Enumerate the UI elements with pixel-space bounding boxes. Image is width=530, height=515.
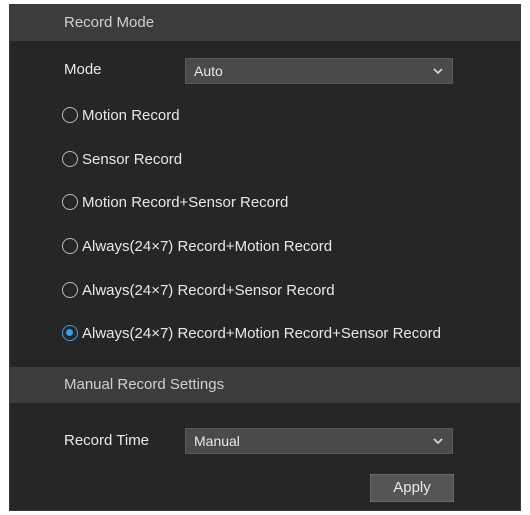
radio-label: Always(24×7) Record+Motion Record xyxy=(82,237,333,255)
radio-always-motion-sensor-record[interactable]: Always(24×7) Record+Motion Record+Sensor… xyxy=(62,322,441,344)
radio-button-icon[interactable] xyxy=(62,151,78,167)
apply-button[interactable]: Apply xyxy=(370,474,454,502)
chevron-down-icon xyxy=(433,438,443,445)
record-time-select-value: Manual xyxy=(194,433,240,449)
radio-motion-record[interactable]: Motion Record xyxy=(62,104,180,126)
radio-motion-sensor-record[interactable]: Motion Record+Sensor Record xyxy=(62,191,288,213)
radio-button-icon[interactable] xyxy=(62,194,78,210)
record-mode-header: Record Mode xyxy=(10,5,520,41)
radio-always-sensor-record[interactable]: Always(24×7) Record+Sensor Record xyxy=(62,279,335,301)
chevron-down-icon xyxy=(433,68,443,75)
radio-label: Motion Record xyxy=(82,106,180,124)
radio-button-selected-icon[interactable] xyxy=(62,325,78,341)
radio-button-icon[interactable] xyxy=(62,107,78,123)
radio-sensor-record[interactable]: Sensor Record xyxy=(62,148,182,170)
radio-label: Always(24×7) Record+Sensor Record xyxy=(82,281,335,299)
record-time-select[interactable]: Manual xyxy=(185,428,453,454)
record-time-label: Record Time xyxy=(64,432,150,449)
radio-button-icon[interactable] xyxy=(62,282,78,298)
mode-label: Mode xyxy=(64,61,102,78)
mode-select[interactable]: Auto xyxy=(185,58,453,84)
manual-record-settings-title: Manual Record Settings xyxy=(64,376,225,393)
radio-label: Always(24×7) Record+Motion Record+Sensor… xyxy=(82,324,441,342)
radio-always-motion-record[interactable]: Always(24×7) Record+Motion Record xyxy=(62,235,332,257)
manual-record-settings-header: Manual Record Settings xyxy=(10,367,520,403)
mode-select-value: Auto xyxy=(194,63,223,79)
record-settings-panel: Record Mode Mode Auto Motion Record Sens… xyxy=(9,4,521,511)
radio-button-icon[interactable] xyxy=(62,238,78,254)
record-mode-title: Record Mode xyxy=(64,14,155,31)
radio-label: Motion Record+Sensor Record xyxy=(82,193,289,211)
radio-label: Sensor Record xyxy=(82,150,183,168)
